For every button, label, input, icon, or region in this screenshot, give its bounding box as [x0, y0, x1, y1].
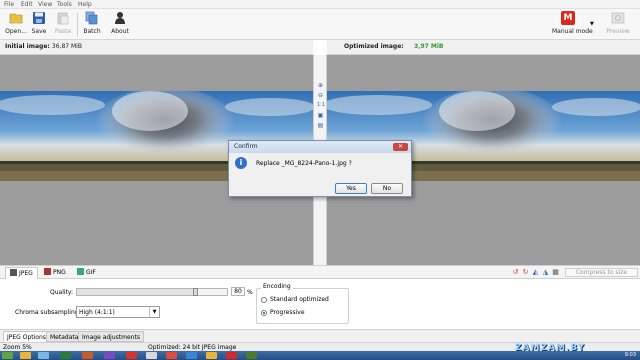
rotate-right-icon[interactable]: ↻	[522, 269, 529, 276]
dialog-message: Replace _MG_8224-Pano-1.jpg ?	[256, 160, 352, 167]
actual-size-icon[interactable]: 1:1	[317, 102, 325, 109]
paste-button[interactable]: Paste	[49, 11, 77, 39]
menu-tools[interactable]: Tools	[57, 0, 72, 9]
standard-label: Standard optimized	[270, 296, 329, 303]
fit-window-icon[interactable]: ▣	[317, 112, 324, 119]
watermark: ZAMZAM.BY	[515, 343, 586, 353]
about-label: About	[111, 28, 129, 35]
info-icon: i	[235, 157, 247, 169]
menu-help[interactable]: Help	[78, 0, 92, 9]
app-taskbar-icon[interactable]	[126, 352, 137, 359]
excel-taskbar-icon[interactable]	[60, 352, 71, 359]
quality-unit: %	[247, 289, 253, 296]
preview-icon	[611, 12, 625, 24]
format-tabs-bar: JPEG PNG GIF ↺ ↻ ◭ ◮ ▦	[0, 265, 640, 279]
optimized-image-label: Optimized image:	[344, 43, 404, 50]
progressive-label: Progressive	[270, 309, 305, 316]
menu-view[interactable]: View	[38, 0, 52, 9]
progressive-radio[interactable]	[261, 310, 267, 316]
quality-slider[interactable]	[76, 288, 228, 296]
tab-image-adjustments[interactable]: Image adjustments	[78, 331, 144, 342]
optimized-image-size: 3,97 MiB	[414, 43, 444, 50]
jpeg-icon	[10, 269, 17, 276]
chroma-value: High (4:1:1)	[79, 309, 115, 316]
tab-gif[interactable]: GIF	[73, 267, 100, 279]
initial-image-size: 36,87 MiB	[51, 43, 82, 50]
clock: 9:03	[624, 352, 636, 358]
toolbar: Open... Save Paste Batch About M Manual …	[0, 9, 640, 40]
manual-mode-label: Manual mode	[552, 28, 593, 35]
zoom-out-icon[interactable]: ⊖	[317, 92, 324, 99]
yes-button[interactable]: Yes	[335, 183, 367, 194]
person-icon	[115, 12, 125, 24]
manual-mode-button[interactable]: M Manual mode	[552, 11, 593, 39]
quality-slider-thumb[interactable]	[193, 288, 198, 296]
app-taskbar-icon[interactable]	[246, 352, 257, 359]
app-taskbar-icon[interactable]	[186, 352, 197, 359]
encoding-label: Encoding	[261, 283, 293, 290]
app-taskbar-icon[interactable]	[104, 352, 115, 359]
chevron-down-icon[interactable]: ▼	[590, 21, 594, 27]
chrome-taskbar-icon[interactable]	[166, 352, 177, 359]
paste-icon	[57, 12, 69, 25]
batch-button[interactable]: Batch	[78, 11, 106, 39]
gif-icon	[77, 268, 84, 275]
confirm-dialog: Confirm ✕ i Replace _MG_8224-Pano-1.jpg …	[228, 140, 412, 197]
menu-bar: File Edit View Tools Help	[0, 0, 640, 9]
batch-icon	[85, 11, 98, 25]
settings-tabs: JPEG Options Metadata Image adjustments	[0, 329, 640, 342]
close-icon[interactable]: ✕	[393, 143, 408, 151]
tab-metadata[interactable]: Metadata	[46, 331, 83, 342]
sync-view-icon[interactable]: ▤	[317, 122, 324, 129]
compress-to-size-button[interactable]: Compress to size	[565, 268, 638, 277]
crop-icon[interactable]: ◮	[542, 269, 549, 276]
resize-icon[interactable]: ▦	[552, 269, 559, 276]
menu-edit[interactable]: Edit	[21, 0, 33, 9]
chroma-label: Chroma subsampling:	[15, 309, 81, 316]
opera-taskbar-icon[interactable]	[226, 352, 237, 359]
tab-jpeg[interactable]: JPEG	[5, 267, 38, 279]
menu-file[interactable]: File	[4, 0, 14, 9]
encoding-group	[256, 288, 349, 324]
preview-label: Preview	[606, 28, 630, 35]
initial-image-bar: Initial image: 36,87 MiB	[0, 40, 313, 55]
initial-image-label: Initial image: 36,87 MiB	[5, 43, 82, 50]
app-taskbar-icon[interactable]	[206, 352, 217, 359]
app-taskbar-icon[interactable]	[146, 352, 157, 359]
explorer-taskbar-icon[interactable]	[20, 352, 31, 359]
quality-input[interactable]: 80	[231, 287, 245, 296]
rotate-left-icon[interactable]: ↺	[512, 269, 519, 276]
flip-icon[interactable]: ◭	[532, 269, 539, 276]
dialog-title: Confirm	[229, 141, 411, 153]
app-taskbar-icon[interactable]	[82, 352, 93, 359]
preview-button[interactable]: Preview	[602, 11, 634, 39]
zoom-in-icon[interactable]: ⊕	[317, 82, 324, 89]
quality-slider-fill	[77, 289, 193, 295]
folder-open-icon	[9, 13, 23, 24]
standard-radio[interactable]	[261, 297, 267, 303]
tab-png[interactable]: PNG	[40, 267, 70, 279]
tab-jpeg-options[interactable]: JPEG Options	[3, 331, 50, 342]
no-button[interactable]: No	[371, 183, 403, 194]
quality-label: Quality:	[50, 289, 74, 296]
about-button[interactable]: About	[106, 11, 134, 39]
floppy-disk-icon	[33, 12, 45, 24]
png-icon	[44, 268, 51, 275]
chevron-down-icon[interactable]: ▼	[149, 307, 159, 317]
batch-label: Batch	[83, 28, 101, 35]
paste-label: Paste	[54, 28, 72, 35]
manual-mode-icon: M	[561, 11, 575, 25]
media-taskbar-icon[interactable]	[38, 352, 49, 359]
chroma-select[interactable]: High (4:1:1) ▼	[76, 306, 160, 318]
start-icon[interactable]	[2, 352, 13, 359]
optimized-image-bar: Optimized image: 3,97 MiB	[327, 40, 640, 55]
